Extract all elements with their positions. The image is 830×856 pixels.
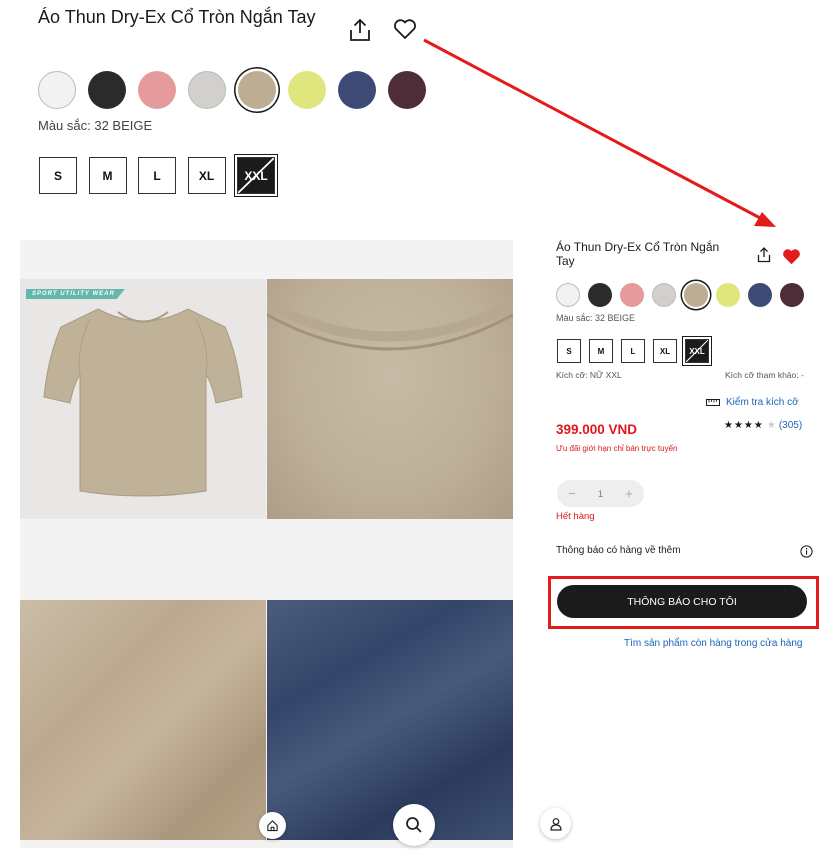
product-image-fabric-navy[interactable] xyxy=(267,600,513,840)
account-button[interactable] xyxy=(540,808,571,839)
tshirt-illustration xyxy=(43,308,243,497)
wishlist-heart-outline-icon[interactable] xyxy=(393,18,417,40)
color-swatch-lime[interactable] xyxy=(716,283,740,307)
color-swatch-navy[interactable] xyxy=(748,283,772,307)
online-promo-text: Ưu đãi giới hạn chỉ bán trực tuyến xyxy=(556,444,678,453)
rating-count[interactable]: (305) xyxy=(779,420,802,431)
size-option-l[interactable]: L xyxy=(138,157,176,194)
product-title: Áo Thun Dry-Ex Cổ Tròn Ngắn Tay xyxy=(556,240,720,268)
size-option-xxl[interactable]: XXL xyxy=(685,339,709,363)
share-icon[interactable] xyxy=(349,18,371,42)
size-check-label: Kiểm tra kích cỡ xyxy=(726,397,799,408)
product-image-neckline[interactable] xyxy=(267,279,513,519)
color-swatch-navy[interactable] xyxy=(338,71,376,109)
size-option-s[interactable]: S xyxy=(39,157,77,194)
size-option-label: XL xyxy=(659,346,671,356)
size-option-xl[interactable]: XL xyxy=(187,157,226,194)
quantity-stepper[interactable]: − 1 + xyxy=(557,480,644,507)
size-option-l[interactable]: L xyxy=(621,339,645,363)
size-option-xl[interactable]: XL xyxy=(653,339,677,363)
sport-utility-tag: SPORT UTILITY WEAR xyxy=(26,289,125,299)
color-swatch-white[interactable] xyxy=(556,283,580,307)
color-label-zoomed: Màu sắc: 32 BEIGE xyxy=(38,118,153,133)
find-in-store-link[interactable]: Tìm sản phẩm còn hàng trong cửa hàng xyxy=(624,638,802,649)
size-check-link[interactable]: Kiểm tra kích cỡ xyxy=(706,397,799,408)
quantity-value: 1 xyxy=(597,488,603,499)
color-swatch-black[interactable] xyxy=(588,283,612,307)
size-option-label: M xyxy=(597,346,605,356)
ruler-icon xyxy=(706,399,720,406)
color-swatch-lime[interactable] xyxy=(288,71,326,109)
rating[interactable]: ★★★★ ★ (305) xyxy=(724,420,802,431)
size-option-label: L xyxy=(630,346,636,356)
size-option-m[interactable]: M xyxy=(88,157,127,194)
size-option-label: S xyxy=(53,168,62,183)
unavailable-slash xyxy=(238,158,274,193)
search-icon xyxy=(406,817,422,833)
info-icon[interactable] xyxy=(800,545,813,558)
highlight-box xyxy=(548,576,819,629)
wishlist-heart-filled-icon[interactable] xyxy=(782,248,801,265)
plus-icon[interactable]: + xyxy=(625,486,633,501)
unavailable-slash xyxy=(686,340,708,362)
size-option-label: XL xyxy=(198,168,215,183)
reference-size-label: Kích cỡ tham khảo: - xyxy=(725,370,804,380)
color-swatch-pink[interactable] xyxy=(138,71,176,109)
home-button[interactable] xyxy=(259,812,286,839)
color-swatch-white[interactable] xyxy=(38,71,76,109)
size-option-label: S xyxy=(566,346,572,356)
size-option-label: M xyxy=(102,168,113,183)
product-title-zoomed: Áo Thun Dry-Ex Cổ Tròn Ngắn Tay xyxy=(38,7,316,27)
neckline-illustration xyxy=(267,298,513,351)
rating-stars: ★★★★ xyxy=(724,420,764,431)
color-swatch-gray[interactable] xyxy=(652,283,676,307)
user-icon xyxy=(549,817,562,831)
share-icon[interactable] xyxy=(757,247,771,263)
color-label: Màu sắc: 32 BEIGE xyxy=(556,313,636,323)
size-option-xxl[interactable]: XXL xyxy=(237,157,275,194)
size-option-m[interactable]: M xyxy=(589,339,613,363)
color-swatch-pink[interactable] xyxy=(620,283,644,307)
color-swatch-black[interactable] xyxy=(88,71,126,109)
size-option-label: L xyxy=(153,168,161,183)
price: 399.000 VND xyxy=(556,422,638,437)
color-swatch-wine[interactable] xyxy=(780,283,804,307)
out-of-stock-text: Hết hàng xyxy=(556,511,595,522)
color-swatch-beige[interactable] xyxy=(238,71,276,109)
rating-empty-star: ★ xyxy=(766,420,776,431)
restock-notify-label: Thông báo có hàng về thêm xyxy=(556,545,681,556)
color-swatch-gray[interactable] xyxy=(188,71,226,109)
home-icon xyxy=(267,820,278,832)
color-swatch-beige[interactable] xyxy=(684,283,708,307)
search-button[interactable] xyxy=(393,804,435,846)
selected-size-label: Kích cỡ: NỮ XXL xyxy=(556,370,622,380)
color-swatch-wine[interactable] xyxy=(388,71,426,109)
product-image-fabric-beige[interactable] xyxy=(20,600,266,840)
size-option-s[interactable]: S xyxy=(557,339,581,363)
product-image-front[interactable] xyxy=(20,279,266,519)
minus-icon[interactable]: − xyxy=(568,486,576,501)
